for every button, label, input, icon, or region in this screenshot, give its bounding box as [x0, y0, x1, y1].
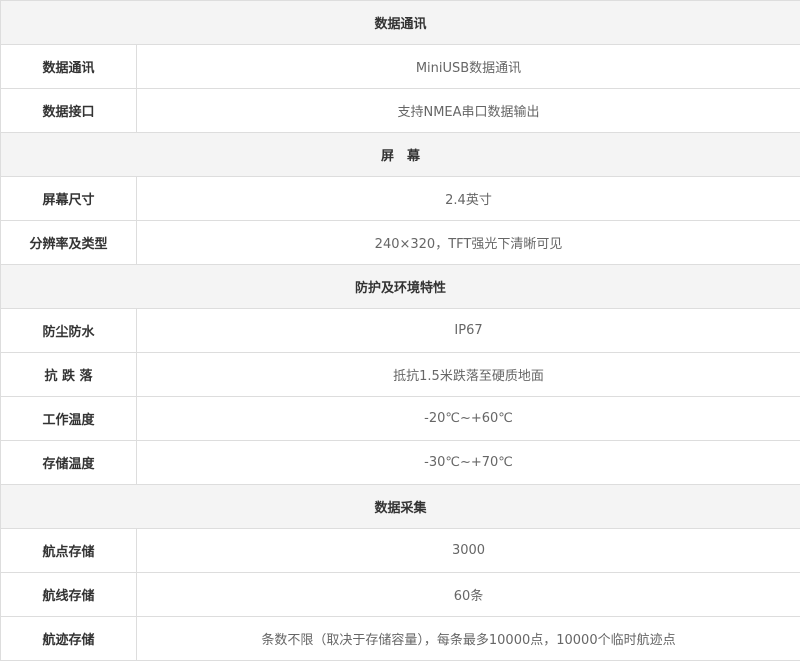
table-row: 屏幕尺寸 2.4英寸	[0, 176, 800, 221]
table-row: 防尘防水 IP67	[0, 308, 800, 353]
row-value: 240×320，TFT强光下清晰可见	[135, 220, 800, 265]
table-row: 数据通讯 MiniUSB数据通讯	[0, 44, 800, 89]
table-row: 航迹存储 条数不限（取决于存储容量），每条最多10000点，10000个临时航迹…	[0, 616, 800, 661]
row-value: 3000	[135, 528, 800, 573]
row-label: 抗 跌 落	[0, 352, 137, 397]
row-label: 数据接口	[0, 88, 137, 133]
table-row: 抗 跌 落 抵抗1.5米跌落至硬质地面	[0, 352, 800, 397]
table-row: 数据接口 支持NMEA串口数据输出	[0, 88, 800, 133]
table-row: 分辨率及类型 240×320，TFT强光下清晰可见	[0, 220, 800, 265]
section-header-data-communication: 数据通讯	[0, 0, 800, 45]
row-label: 工作温度	[0, 396, 137, 441]
row-label: 航线存储	[0, 572, 137, 617]
row-value: -30℃~+70℃	[135, 440, 800, 485]
section-title: 防护及环境特性	[0, 264, 800, 309]
section-title: 数据通讯	[0, 0, 800, 45]
row-label: 屏幕尺寸	[0, 176, 137, 221]
row-value: 抵抗1.5米跌落至硬质地面	[135, 352, 800, 397]
spec-table: 数据通讯 数据通讯 MiniUSB数据通讯 数据接口 支持NMEA串口数据输出 …	[0, 0, 800, 661]
table-row: 工作温度 -20℃~+60℃	[0, 396, 800, 441]
section-title: 数据采集	[0, 484, 800, 529]
table-row: 存储温度 -30℃~+70℃	[0, 440, 800, 485]
row-value: IP67	[135, 308, 800, 353]
row-value: 条数不限（取决于存储容量），每条最多10000点，10000个临时航迹点	[135, 616, 800, 661]
row-value: 60条	[135, 572, 800, 617]
row-label: 航迹存储	[0, 616, 137, 661]
table-row: 航点存储 3000	[0, 528, 800, 573]
section-header-data-collection: 数据采集	[0, 484, 800, 529]
row-label: 存储温度	[0, 440, 137, 485]
row-value: 2.4英寸	[135, 176, 800, 221]
table-row: 航线存储 60条	[0, 572, 800, 617]
row-value: 支持NMEA串口数据输出	[135, 88, 800, 133]
row-label: 分辨率及类型	[0, 220, 137, 265]
row-value: MiniUSB数据通讯	[135, 44, 800, 89]
section-header-protection: 防护及环境特性	[0, 264, 800, 309]
row-label: 防尘防水	[0, 308, 137, 353]
row-label: 航点存储	[0, 528, 137, 573]
row-value: -20℃~+60℃	[135, 396, 800, 441]
section-header-screen: 屏 幕	[0, 132, 800, 177]
row-label: 数据通讯	[0, 44, 137, 89]
section-title: 屏 幕	[0, 132, 800, 177]
